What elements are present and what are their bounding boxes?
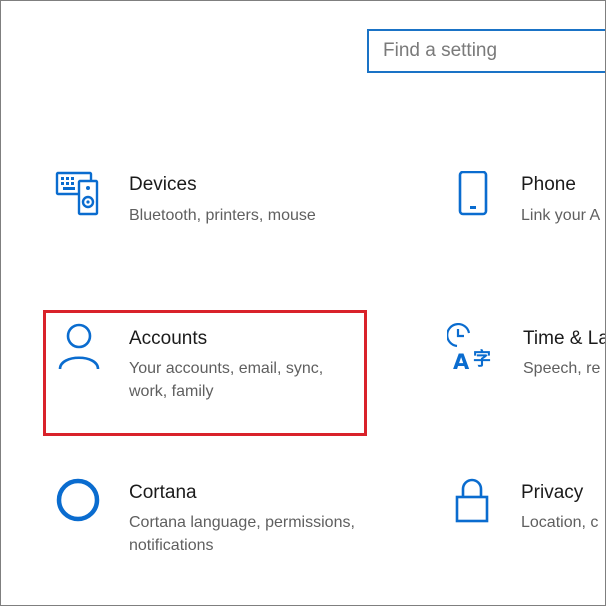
tile-time-language[interactable]: A 字 Time & La Speech, re (447, 323, 606, 413)
search-input[interactable] (369, 31, 605, 71)
lock-icon (455, 478, 489, 523)
tile-title: Privacy (521, 482, 584, 503)
tile-phone[interactable]: Phone Link your A (457, 171, 605, 251)
svg-text:字: 字 (473, 348, 491, 370)
time-language-icon: A 字 (447, 323, 491, 374)
search-box[interactable] (367, 29, 605, 73)
tile-title: Devices (129, 174, 197, 195)
tile-description: Link your A (521, 207, 601, 224)
devices-icon (55, 171, 99, 216)
tile-description: Cortana language, permissions, notificat… (129, 514, 355, 554)
tile-devices[interactable]: Devices Bluetooth, printers, mouse (55, 171, 355, 251)
highlight-box (43, 310, 367, 436)
tile-cortana[interactable]: Cortana Cortana language, permissions, n… (55, 477, 375, 567)
tile-description: Speech, re (523, 360, 601, 377)
tile-title: Time & La (523, 328, 606, 349)
tile-privacy[interactable]: Privacy Location, c (455, 477, 605, 567)
tile-description: Location, c (521, 514, 599, 531)
svg-text:A: A (453, 350, 470, 374)
tile-description: Bluetooth, printers, mouse (129, 207, 316, 224)
tile-title: Phone (521, 174, 576, 195)
tile-title: Cortana (129, 482, 197, 503)
settings-window: Devices Bluetooth, printers, mouse Phone… (0, 0, 606, 606)
cortana-icon (56, 478, 100, 522)
phone-icon (458, 171, 488, 216)
